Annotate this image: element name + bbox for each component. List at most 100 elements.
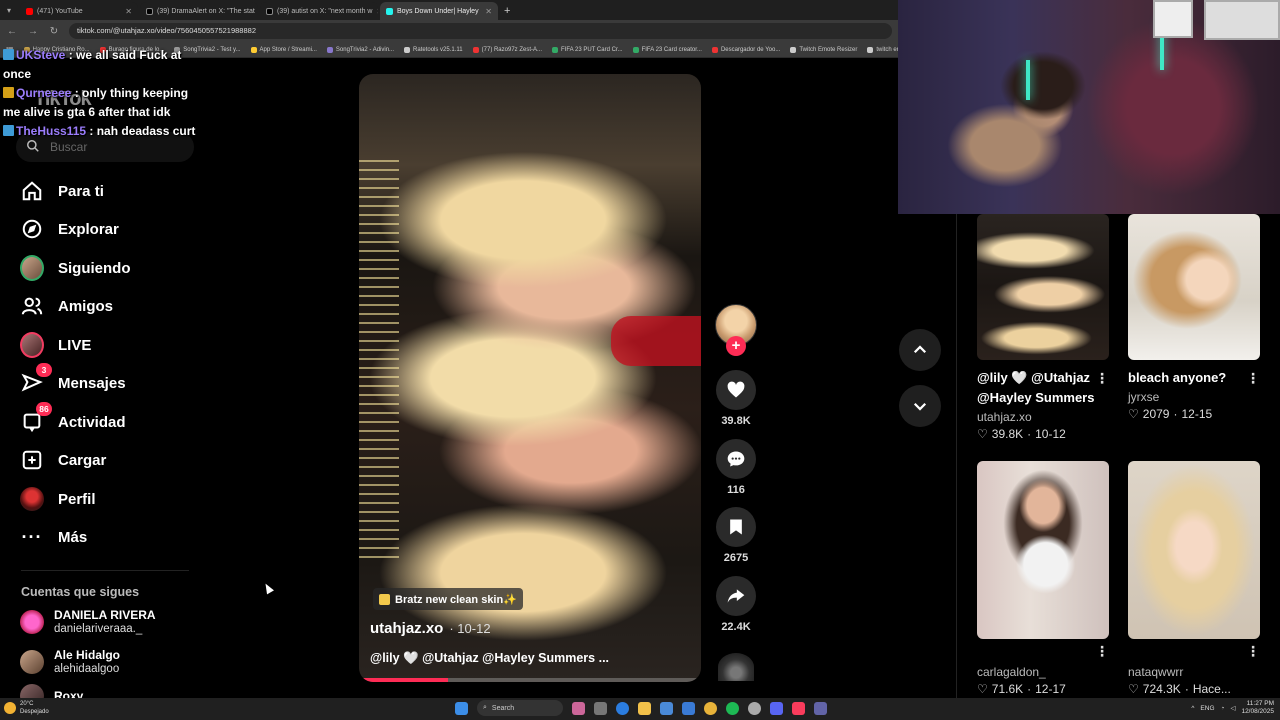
like-action[interactable]: 39.8K	[712, 370, 760, 427]
previous-video-button[interactable]	[899, 329, 941, 371]
close-tab-icon[interactable]: ✕	[376, 7, 378, 16]
more-options-icon[interactable]: ⋮	[1246, 643, 1260, 660]
followed-account[interactable]: Ale Hidalgo alehidaalgoo	[20, 648, 120, 676]
nav-label: Mensajes	[58, 374, 126, 392]
teams-icon[interactable]	[814, 701, 827, 715]
bookmark-item[interactable]: App Store / Streami...	[250, 46, 317, 53]
volume-icon[interactable]: ◁	[1230, 704, 1235, 712]
heart-icon[interactable]	[716, 370, 756, 410]
bookmark-icon[interactable]	[716, 507, 756, 547]
profile-avatar	[20, 487, 44, 511]
copilot-icon[interactable]	[572, 701, 585, 715]
browser-tab[interactable]: (39) autist on X: "next month w✕	[260, 2, 378, 20]
obs-icon[interactable]	[748, 701, 761, 715]
next-video-button[interactable]	[899, 385, 941, 427]
related-video-card[interactable]: @lily 🤍 @Utahjaz @Hayley Summers utahjaz…	[977, 214, 1109, 441]
task-view-icon[interactable]	[594, 701, 607, 715]
bookmark-item[interactable]: SongTrivia2 - Adivin...	[326, 46, 394, 53]
card-username[interactable]: jyrxse	[1128, 390, 1260, 404]
home-icon	[20, 179, 44, 203]
heart-outline-icon: ♡	[1128, 407, 1139, 421]
close-tab-icon[interactable]: ✕	[485, 7, 492, 16]
video-thumbnail[interactable]	[977, 461, 1109, 639]
video-description[interactable]: @lily 🤍 @Utahjaz @Hayley Summers ...	[370, 651, 609, 666]
video-effect-tag[interactable]: Bratz new clean skin✨	[373, 588, 523, 610]
nav-item-actividad[interactable]: 86 Actividad	[20, 402, 126, 437]
url-field[interactable]: tiktok.com/@utahjaz.xo/video/75604505575…	[69, 23, 892, 39]
nav-item-explorar[interactable]: Explorar	[20, 214, 119, 244]
tray-chevron-icon[interactable]: ^	[1191, 705, 1194, 712]
browser-tab[interactable]: (471) YouTube ✕	[20, 2, 138, 20]
live-avatar-wrap	[20, 332, 44, 358]
card-username[interactable]: utahjaz.xo	[977, 410, 1109, 424]
share-arrow-icon[interactable]	[716, 576, 756, 616]
account-names: DANIELA RIVERA danielariveraaa._	[54, 608, 156, 636]
card-date: 10-12	[1035, 427, 1066, 441]
nav-item-para-ti[interactable]: Para ti	[20, 176, 104, 206]
new-tab-button[interactable]: +	[504, 2, 510, 20]
bookmark-item[interactable]: Ratetools v25.1.11	[404, 46, 463, 53]
related-video-card[interactable]: bleach anyone? jyrxse ♡ 2079 · 12-15 ⋮	[1128, 214, 1260, 421]
comment-action[interactable]: 116	[712, 439, 760, 496]
windows-start-icon[interactable]	[455, 701, 468, 715]
card-username[interactable]: nataqwwrr	[1128, 665, 1260, 679]
video-progress-bar[interactable]	[359, 678, 701, 682]
nav-item-live[interactable]: LIVE	[20, 330, 91, 360]
store-icon[interactable]	[660, 701, 673, 715]
browser-tab[interactable]: (39) DramaAlert on X: "The stat✕	[140, 2, 258, 20]
related-video-card[interactable]: nataqwwrr ♡ 724.3K · Hace... ⋮	[1128, 461, 1260, 696]
share-action[interactable]: 22.4K	[712, 576, 760, 633]
video-author[interactable]: utahjaz.xo · 10-12	[370, 620, 491, 637]
video-content-detail	[611, 316, 701, 366]
video-thumbnail[interactable]	[1128, 214, 1260, 360]
nav-item-mensajes[interactable]: 3 Mensajes	[20, 363, 126, 398]
follow-button[interactable]: +	[726, 336, 746, 356]
followed-account[interactable]: DANIELA RIVERA danielariveraaa._	[20, 608, 156, 636]
file-explorer-icon[interactable]	[638, 701, 651, 715]
nav-item-mas[interactable]: ··· Más	[20, 522, 88, 552]
music-disc-icon[interactable]	[718, 653, 754, 681]
wall-frame-decor	[1153, 0, 1193, 38]
weather-widget[interactable]: 20°C Despejado	[4, 700, 49, 716]
music-app-icon[interactable]	[792, 701, 805, 715]
chrome-icon[interactable]	[704, 701, 717, 715]
reload-icon[interactable]: ↻	[48, 26, 60, 37]
weather-text: 20°C Despejado	[20, 700, 49, 716]
bookmark-item[interactable]: Descargador de Yoo...	[711, 46, 780, 53]
taskbar-search[interactable]: ⌕ Search	[477, 700, 563, 716]
wifi-icon[interactable]: ◔	[1221, 705, 1225, 712]
bookmark-item[interactable]: twitch em	[867, 46, 902, 53]
spotify-icon[interactable]	[726, 701, 739, 715]
back-arrow-icon[interactable]: ←	[6, 26, 18, 37]
more-options-icon[interactable]: ⋮	[1095, 370, 1109, 387]
sun-icon	[4, 702, 16, 714]
card-username[interactable]: carlagaldon_	[977, 665, 1109, 679]
edge-icon[interactable]	[616, 701, 629, 715]
bookmark-item[interactable]: FIFA 23 PUT Card Cr...	[552, 46, 623, 53]
mail-icon[interactable]	[682, 701, 695, 715]
tab-search-icon[interactable]: ▾	[0, 2, 18, 20]
nav-item-amigos[interactable]: Amigos	[20, 291, 113, 321]
nav-item-siguiendo[interactable]: Siguiendo	[20, 253, 131, 283]
account-handle: alehidaalgoo	[54, 663, 120, 675]
video-thumbnail[interactable]	[977, 214, 1109, 360]
comment-icon[interactable]	[716, 439, 756, 479]
language-indicator[interactable]: ENG	[1200, 705, 1214, 712]
bookmark-item[interactable]: Twitch Emote Resizer	[790, 46, 857, 53]
nav-item-perfil[interactable]: Perfil	[20, 484, 96, 514]
more-options-icon[interactable]: ⋮	[1246, 370, 1260, 387]
nav-item-cargar[interactable]: Cargar	[20, 445, 106, 475]
discord-icon[interactable]	[770, 701, 783, 715]
video-thumbnail[interactable]	[1128, 461, 1260, 639]
clock[interactable]: 11:27 PM 12/08/2025	[1241, 700, 1274, 716]
more-options-icon[interactable]: ⋮	[1095, 643, 1109, 660]
save-action[interactable]: 2675	[712, 507, 760, 564]
video-player[interactable]: Bratz new clean skin✨ utahjaz.xo · 10-12 …	[359, 74, 701, 682]
close-tab-icon[interactable]: ✕	[125, 7, 132, 16]
browser-tab-active[interactable]: Boys Down Under| Hayley ✕	[380, 2, 498, 20]
forward-arrow-icon[interactable]: →	[27, 26, 39, 37]
chevron-up-icon	[913, 345, 927, 354]
related-video-card[interactable]: carlagaldon_ ♡ 71.6K · 12-17 ⋮	[977, 461, 1109, 696]
bookmark-item[interactable]: FIFA 23 Card creator...	[632, 46, 702, 53]
bookmark-item[interactable]: (77) Razo97z Zest-A...	[472, 46, 542, 53]
